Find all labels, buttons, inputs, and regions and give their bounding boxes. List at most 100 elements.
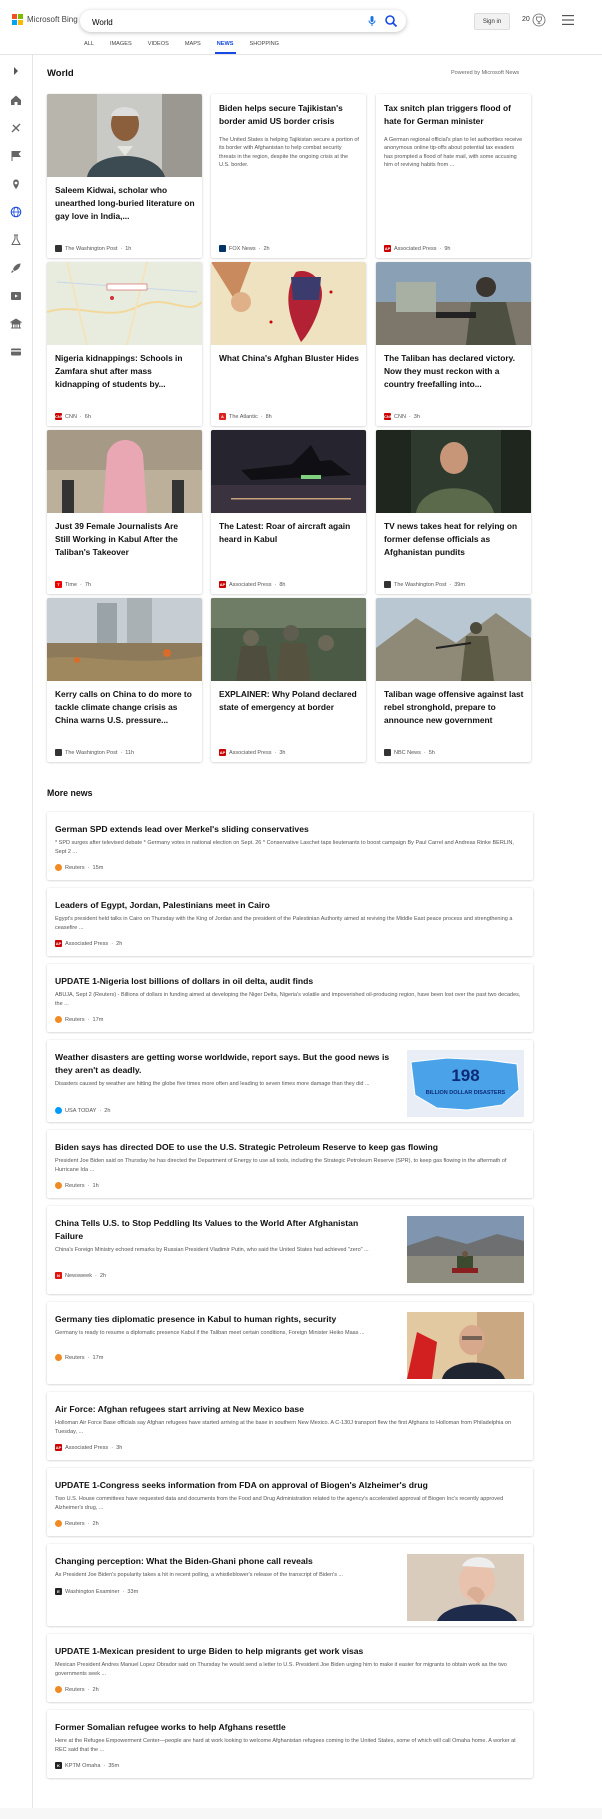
more-news-item[interactable]: China Tells U.S. to Stop Peddling Its Va… <box>47 1206 533 1294</box>
news-card[interactable]: Saleem Kidwai, scholar who unearthed lon… <box>47 94 202 258</box>
more-news-item[interactable]: Former Somalian refugee works to help Af… <box>47 1710 533 1778</box>
card-title[interactable]: The Latest: Roar of aircraft again heard… <box>219 520 359 546</box>
rewards-count[interactable]: 20 <box>522 16 530 23</box>
news-card[interactable]: Kerry calls on China to do more to tackl… <box>47 598 202 762</box>
tab-maps[interactable]: MAPS <box>177 40 209 54</box>
item-summary: Two U.S. House committees have requested… <box>55 1496 504 1511</box>
card-title[interactable]: Nigeria kidnappings: Schools in Zamfara … <box>55 352 195 391</box>
more-news-item[interactable]: Changing perception: What the Biden-Ghan… <box>47 1544 533 1626</box>
home-icon[interactable] <box>10 94 22 106</box>
globe-icon[interactable] <box>10 206 22 218</box>
separator: · <box>80 581 82 588</box>
menu-icon[interactable] <box>562 15 574 25</box>
item-source: Reuters · 17m <box>55 1016 103 1023</box>
item-time: 3h <box>116 1444 123 1451</box>
item-title[interactable]: Former Somalian refugee works to help Af… <box>55 1721 286 1734</box>
item-title[interactable]: Weather disasters are getting worse worl… <box>55 1051 400 1077</box>
item-title[interactable]: Germany ties diplomatic presence in Kabu… <box>55 1313 336 1326</box>
more-news-item[interactable]: UPDATE 1-Congress seeks information from… <box>47 1468 533 1536</box>
powered-by-text: Powered by Microsoft News <box>451 70 520 76</box>
news-card[interactable]: Taliban wage offensive against last rebe… <box>376 598 531 762</box>
item-title[interactable]: Leaders of Egypt, Jordan, Palestinians m… <box>55 899 270 912</box>
sports-icon[interactable] <box>10 122 22 134</box>
card-title[interactable]: Just 39 Female Journalists Are Still Wor… <box>55 520 195 559</box>
news-card[interactable]: The Latest: Roar of aircraft again heard… <box>211 430 366 594</box>
tab-all[interactable]: ALL <box>76 40 102 54</box>
card-title[interactable]: Kerry calls on China to do more to tackl… <box>55 688 195 727</box>
item-title[interactable]: Biden says has directed DOE to use the U… <box>55 1141 438 1154</box>
item-thumbnail-president <box>407 1554 524 1621</box>
item-source: AP Associated Press · 2h <box>55 940 122 947</box>
source-name: The Washington Post <box>394 581 447 588</box>
location-pin-icon[interactable] <box>10 178 22 190</box>
news-card[interactable]: EXPLAINER: Why Poland declared state of … <box>211 598 366 762</box>
video-icon[interactable] <box>10 290 22 302</box>
card-icon[interactable] <box>10 346 22 358</box>
tab-news[interactable]: NEWS <box>209 40 242 54</box>
source-logo-icon <box>55 1520 62 1527</box>
separator: · <box>120 749 123 756</box>
news-card[interactable]: Nigeria kidnappings: Schools in Zamfara … <box>47 262 202 426</box>
bing-logo[interactable]: Microsoft Bing <box>12 14 78 25</box>
rewards-trophy-icon[interactable] <box>532 13 546 27</box>
card-time: 6h <box>84 413 91 420</box>
article-image-journalist <box>47 430 202 513</box>
item-title[interactable]: UPDATE 1-Mexican president to urge Biden… <box>55 1645 363 1658</box>
separator: · <box>87 1016 90 1023</box>
tab-videos[interactable]: VIDEOS <box>140 40 177 54</box>
more-news-item[interactable]: Germany ties diplomatic presence in Kabu… <box>47 1302 533 1384</box>
card-title[interactable]: Taliban wage offensive against last rebe… <box>384 688 524 727</box>
science-icon[interactable] <box>10 234 22 246</box>
card-title[interactable]: Saleem Kidwai, scholar who unearthed lon… <box>55 184 195 223</box>
more-news-item[interactable]: Weather disasters are getting worse worl… <box>47 1040 533 1122</box>
expand-chevron-icon[interactable] <box>10 65 22 77</box>
news-card[interactable]: What China's Afghan Bluster Hides A The A… <box>211 262 366 426</box>
bank-icon[interactable] <box>10 318 22 330</box>
more-news-item[interactable]: UPDATE 1-Nigeria lost billions of dollar… <box>47 964 533 1032</box>
item-title[interactable]: UPDATE 1-Congress seeks information from… <box>55 1479 428 1492</box>
more-news-item[interactable]: UPDATE 1-Mexican president to urge Biden… <box>47 1634 533 1702</box>
article-image-flood <box>47 598 202 681</box>
card-time: 39m <box>454 581 465 588</box>
separator: · <box>79 413 82 420</box>
news-card[interactable]: The Taliban has declared victory. Now th… <box>376 262 531 426</box>
more-news-item[interactable]: German SPD extends lead over Merkel's sl… <box>47 812 533 880</box>
card-title[interactable]: TV news takes heat for relying on former… <box>384 520 524 559</box>
news-card[interactable]: Tax snitch plan triggers flood of hate f… <box>376 94 531 258</box>
item-source: AP Associated Press · 3h <box>55 1444 122 1451</box>
news-card[interactable]: TV news takes heat for relying on former… <box>376 430 531 594</box>
card-time: 9h <box>444 245 451 252</box>
more-news-item[interactable]: Air Force: Afghan refugees start arrivin… <box>47 1392 533 1460</box>
item-title[interactable]: China Tells U.S. to Stop Peddling Its Va… <box>55 1217 375 1243</box>
item-title[interactable]: UPDATE 1-Nigeria lost billions of dollar… <box>55 975 313 988</box>
sign-in-button[interactable]: Sign in <box>474 13 510 30</box>
tab-images[interactable]: IMAGES <box>102 40 140 54</box>
microphone-icon[interactable] <box>366 15 378 27</box>
item-summary: Mexican President Andres Manuel Lopez Ob… <box>55 1662 507 1677</box>
card-source: NBC News · 5h <box>384 749 435 756</box>
tab-shopping[interactable]: SHOPPING <box>242 40 288 54</box>
card-title[interactable]: The Taliban has declared victory. Now th… <box>384 352 524 391</box>
search-icon[interactable] <box>384 14 398 28</box>
source-logo-icon: E <box>55 1588 62 1595</box>
card-title[interactable]: Biden helps secure Tajikistan's border a… <box>219 102 359 128</box>
news-card[interactable]: Biden helps secure Tajikistan's border a… <box>211 94 366 258</box>
item-summary: As President Joe Biden's popularity take… <box>55 1572 344 1578</box>
item-time: 33m <box>127 1588 139 1595</box>
item-title[interactable]: Air Force: Afghan refugees start arrivin… <box>55 1403 304 1416</box>
card-title[interactable]: What China's Afghan Bluster Hides <box>219 352 359 365</box>
rocket-icon[interactable] <box>10 262 22 274</box>
card-title[interactable]: EXPLAINER: Why Poland declared state of … <box>219 688 359 714</box>
item-title[interactable]: Changing perception: What the Biden-Ghan… <box>55 1555 313 1568</box>
brand-name: Microsoft Bing <box>27 15 78 24</box>
card-source: The Washington Post · 39m <box>384 581 465 588</box>
separator: · <box>87 1354 90 1361</box>
item-title[interactable]: German SPD extends lead over Merkel's sl… <box>55 823 309 836</box>
flag-icon[interactable] <box>10 150 22 162</box>
news-card[interactable]: Just 39 Female Journalists Are Still Wor… <box>47 430 202 594</box>
more-news-item[interactable]: Biden says has directed DOE to use the U… <box>47 1130 533 1198</box>
card-title[interactable]: Tax snitch plan triggers flood of hate f… <box>384 102 524 128</box>
more-news-item[interactable]: Leaders of Egypt, Jordan, Palestinians m… <box>47 888 533 956</box>
search-input[interactable] <box>90 14 344 30</box>
card-source: FOX News · 2h <box>219 245 270 252</box>
